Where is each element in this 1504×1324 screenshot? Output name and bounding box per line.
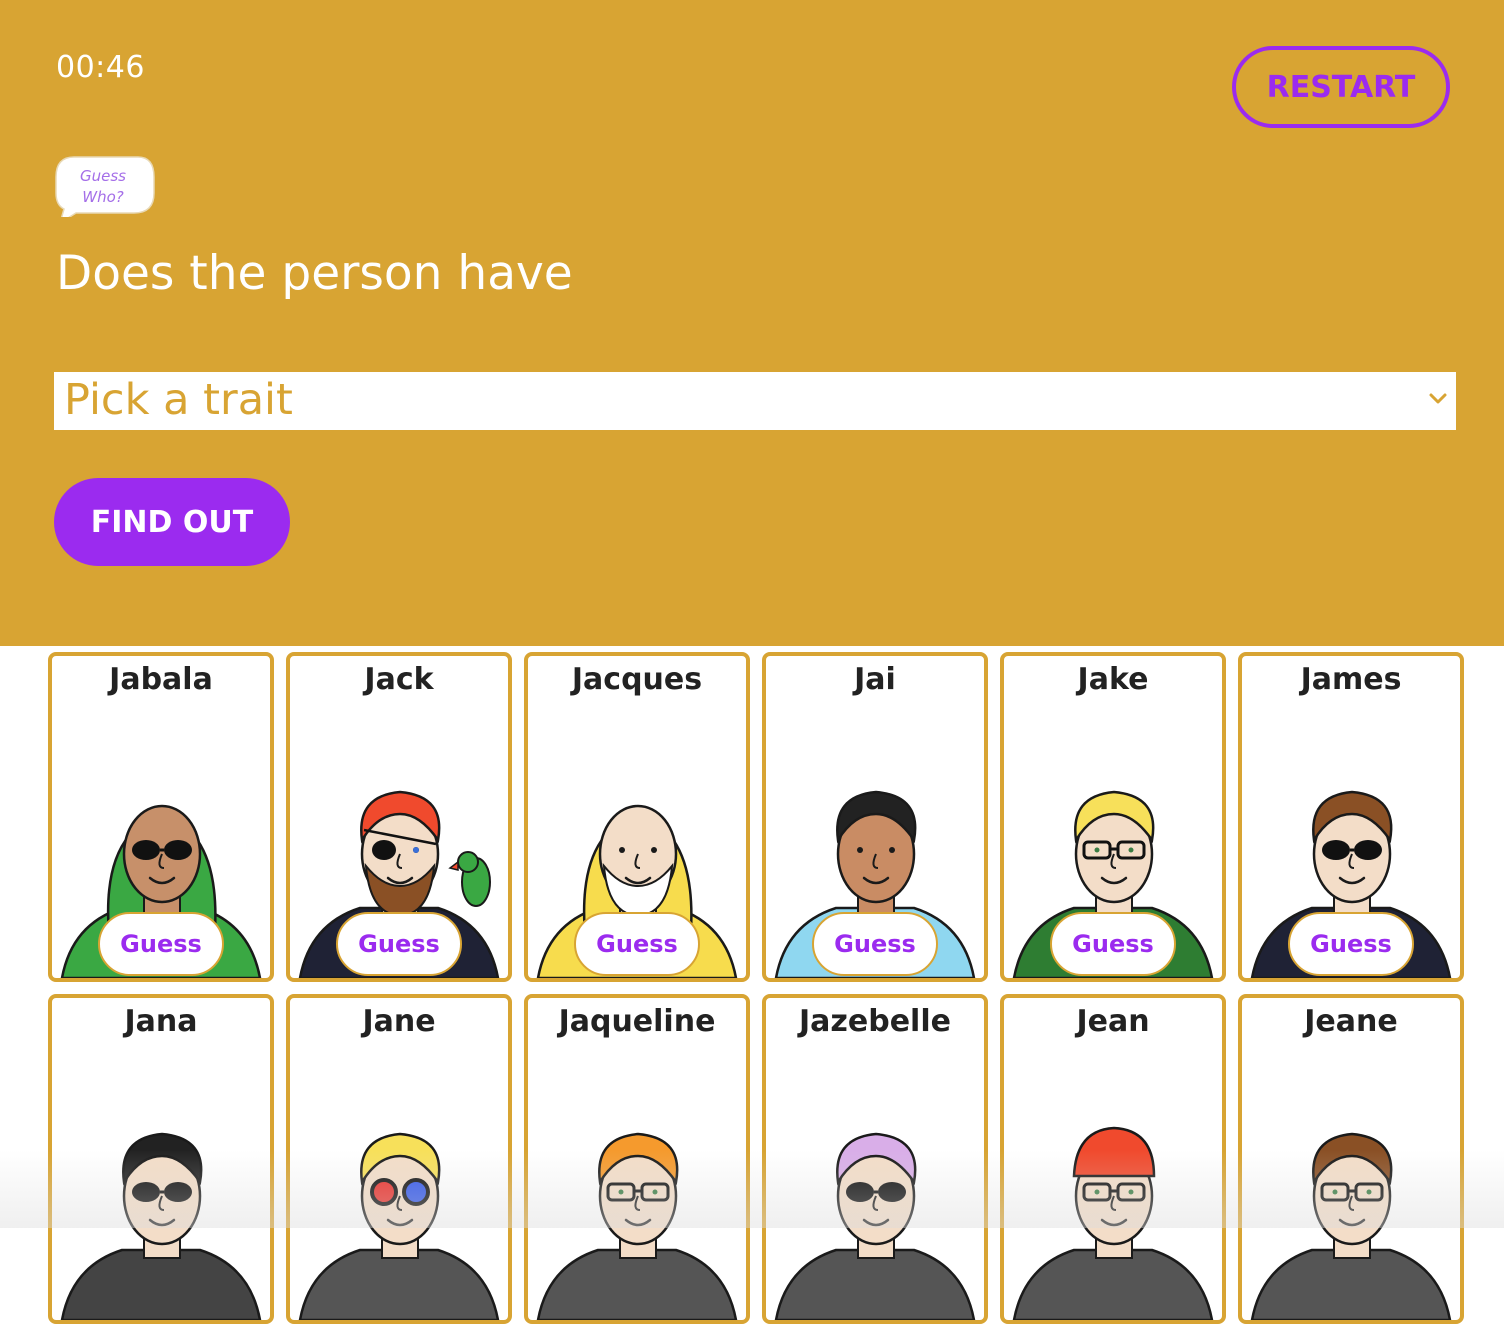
character-portrait [1250, 1132, 1452, 1320]
character-portrait [536, 1132, 738, 1320]
character-card-jane[interactable]: Jane [286, 994, 512, 1324]
character-name: Jeane [1304, 1004, 1398, 1039]
character-portrait [774, 1132, 976, 1320]
character-portrait [298, 1132, 500, 1320]
character-card-jaqueline[interactable]: Jaqueline [524, 994, 750, 1324]
character-card-jean[interactable]: Jean [1000, 994, 1226, 1324]
character-name: Jazebelle [799, 1004, 951, 1039]
character-card-jack[interactable]: Jack Guess [286, 652, 512, 982]
character-portrait [1012, 1126, 1214, 1320]
guess-button[interactable]: Guess [1050, 912, 1176, 976]
logo-text-line-1: Guess [80, 167, 126, 185]
chevron-down-icon [1429, 393, 1447, 404]
character-name: James [1300, 662, 1402, 697]
character-name: Jai [854, 662, 896, 697]
character-name: Jake [1077, 662, 1149, 697]
character-name: Jabala [109, 662, 213, 697]
guess-button[interactable]: Guess [1288, 912, 1414, 976]
character-card-jabala[interactable]: Jabala Guess [48, 652, 274, 982]
character-card-jacques[interactable]: Jacques Guess [524, 652, 750, 982]
restart-button[interactable]: RESTART [1232, 46, 1450, 128]
guess-button[interactable]: Guess [98, 912, 224, 976]
character-name: Jean [1076, 1004, 1150, 1039]
trait-select[interactable]: Pick a trait [54, 372, 1456, 430]
question-text: Does the person have [56, 246, 573, 301]
trait-select-value: Pick a trait [64, 375, 293, 425]
character-card-jake[interactable]: Jake Guess [1000, 652, 1226, 982]
guess-button[interactable]: Guess [812, 912, 938, 976]
guess-button[interactable]: Guess [336, 912, 462, 976]
guess-button[interactable]: Guess [574, 912, 700, 976]
character-name: Jana [124, 1004, 198, 1039]
find-out-button[interactable]: FIND OUT [54, 478, 290, 566]
character-name: Jane [362, 1004, 436, 1039]
character-card-james[interactable]: James Guess [1238, 652, 1464, 982]
character-name: Jack [364, 662, 434, 697]
game-header: 00:46 RESTART Guess Who? Does the person… [0, 0, 1504, 646]
character-card-jeane[interactable]: Jeane [1238, 994, 1464, 1324]
character-card-jai[interactable]: Jai Guess [762, 652, 988, 982]
character-name: Jaqueline [558, 1004, 716, 1039]
logo-text: Guess Who? [54, 166, 152, 208]
character-card-jana[interactable]: Jana [48, 994, 274, 1324]
logo-text-line-2: Who? [82, 188, 124, 206]
timer: 00:46 [56, 50, 145, 85]
character-portrait [60, 1132, 262, 1320]
character-card-jazebelle[interactable]: Jazebelle [762, 994, 988, 1324]
character-name: Jacques [571, 662, 703, 697]
